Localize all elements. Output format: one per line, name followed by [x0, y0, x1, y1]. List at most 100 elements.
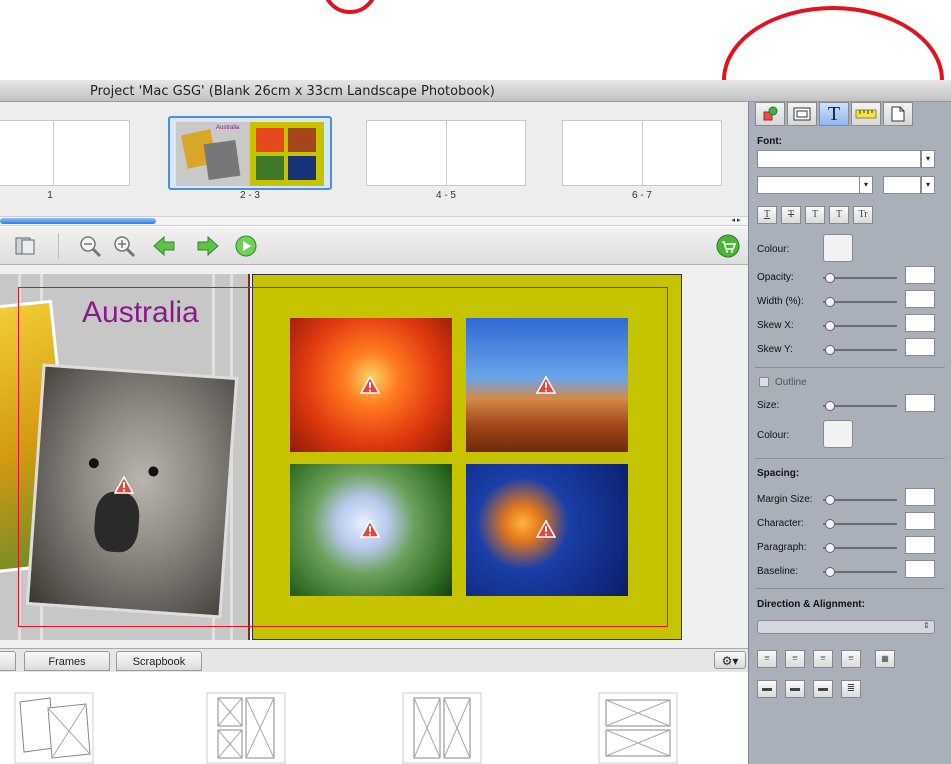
- margin-size-slider-knob[interactable]: [825, 495, 835, 505]
- window-title-bar[interactable]: Project 'Mac GSG' (Blank 26cm x 33cm Lan…: [0, 80, 951, 102]
- direction-alignment-heading: Direction & Alignment:: [757, 599, 865, 610]
- skew-x-value-field[interactable]: [905, 314, 935, 332]
- thumbnail-page-6-7[interactable]: [562, 120, 722, 186]
- align-grid-icon[interactable]: ▦: [875, 650, 895, 668]
- outline-colour-swatch[interactable]: [823, 420, 853, 448]
- skew-y-value-field[interactable]: [905, 338, 935, 356]
- character-spacing-slider-knob[interactable]: [825, 519, 835, 529]
- outline-size-value-field[interactable]: [905, 394, 935, 412]
- character-spacing-label: Character:: [757, 518, 804, 529]
- page-icon: [891, 106, 905, 122]
- baseline-slider-knob[interactable]: [825, 567, 835, 577]
- text-tab[interactable]: T: [819, 102, 849, 126]
- frame-icon: [793, 107, 811, 121]
- tab-unnamed[interactable]: [0, 651, 16, 671]
- align-center-icon[interactable]: ≡: [785, 650, 805, 668]
- baseline-value-field[interactable]: [905, 560, 935, 578]
- previous-page-arrow-icon[interactable]: [152, 234, 176, 258]
- outline-colour-label: Colour:: [757, 430, 790, 441]
- layout-frame-tilted[interactable]: [14, 692, 94, 764]
- outline-checkbox[interactable]: [759, 377, 769, 387]
- tab-frames[interactable]: Frames: [24, 651, 110, 671]
- font-style-dropdown-arrow[interactable]: ▾: [859, 176, 873, 194]
- opacity-value-field[interactable]: [905, 266, 935, 284]
- frame-tab[interactable]: [787, 102, 817, 126]
- section-divider: [755, 367, 945, 368]
- skew-y-label: Skew Y:: [757, 344, 793, 355]
- margin-size-value-field[interactable]: [905, 488, 935, 506]
- low-resolution-warning-icon[interactable]: [536, 376, 556, 394]
- vertical-align-top-icon[interactable]: ▬: [757, 680, 777, 698]
- outline-label: Outline: [775, 377, 807, 388]
- inspector-panel: T Font: ▾ ▾ ▾ T T T T Tr Colour: Opacity…: [748, 102, 951, 764]
- text-direction-dropdown-arrow[interactable]: ⇕: [923, 621, 930, 630]
- font-family-dropdown-arrow[interactable]: ▾: [921, 150, 935, 168]
- vertical-align-middle-icon[interactable]: ▬: [785, 680, 805, 698]
- section-divider: [755, 588, 945, 589]
- spacing-heading: Spacing:: [757, 468, 800, 479]
- vertical-align-fill-icon[interactable]: ≣: [841, 680, 861, 698]
- page-tab[interactable]: [883, 102, 913, 126]
- thumbnail-page-4-5[interactable]: [366, 120, 526, 186]
- annotation-circle-top: [322, 0, 378, 14]
- next-page-arrow-icon[interactable]: [196, 234, 220, 258]
- low-resolution-warning-icon[interactable]: [360, 376, 380, 394]
- main-toolbar: [0, 227, 748, 265]
- font-size-dropdown-arrow[interactable]: ▾: [921, 176, 935, 194]
- pages-icon[interactable]: [14, 234, 38, 258]
- layout-frame-two-vertical[interactable]: [402, 692, 482, 764]
- left-page-title[interactable]: Australia: [82, 296, 199, 330]
- subscript-button[interactable]: T: [829, 206, 849, 224]
- low-resolution-warning-icon[interactable]: [536, 520, 556, 538]
- outline-size-slider-knob[interactable]: [825, 401, 835, 411]
- character-spacing-value-field[interactable]: [905, 512, 935, 530]
- library-tab-bar: Frames Scrapbook: [0, 648, 748, 672]
- right-page[interactable]: [252, 274, 682, 640]
- text-direction-dropdown[interactable]: [757, 620, 935, 634]
- skew-x-slider-knob[interactable]: [825, 321, 835, 331]
- width-value-field[interactable]: [905, 290, 935, 308]
- thumbnail-page-2-3[interactable]: Australia: [168, 116, 332, 190]
- underline-style-button[interactable]: T: [757, 206, 777, 224]
- align-right-icon[interactable]: ≡: [813, 650, 833, 668]
- small-caps-button[interactable]: Tr: [853, 206, 873, 224]
- ruler-icon: [855, 109, 877, 119]
- thumbnail-page-1[interactable]: [0, 120, 130, 186]
- font-size-dropdown[interactable]: [883, 176, 921, 194]
- gear-menu-button[interactable]: ⚙▾: [714, 651, 746, 669]
- thumbnail-scroll-thumb[interactable]: [0, 218, 156, 224]
- page-thumbnail-strip: 1 Australia 2 - 3 4 - 5 6 - 7: [0, 102, 748, 220]
- outline-size-label: Size:: [757, 400, 780, 411]
- align-justify-menu-icon[interactable]: ≡: [841, 650, 861, 668]
- superscript-button[interactable]: T: [805, 206, 825, 224]
- font-heading: Font:: [757, 136, 782, 147]
- opacity-slider-knob[interactable]: [825, 273, 835, 283]
- paragraph-spacing-slider-knob[interactable]: [825, 543, 835, 553]
- fill-tab[interactable]: [755, 102, 785, 126]
- layout-frame-two-horizontal[interactable]: [598, 692, 678, 764]
- text-colour-swatch[interactable]: [823, 234, 853, 262]
- skew-y-slider-knob[interactable]: [825, 345, 835, 355]
- zoom-in-icon[interactable]: [112, 234, 136, 258]
- low-resolution-warning-icon[interactable]: [114, 476, 134, 494]
- thumbnail-label: 4 - 5: [435, 190, 456, 201]
- zoom-out-icon[interactable]: [78, 234, 102, 258]
- thumbnail-label: 2 - 3: [239, 190, 260, 201]
- shopping-cart-icon[interactable]: [716, 234, 740, 258]
- font-family-dropdown[interactable]: [757, 150, 921, 168]
- strikethrough-style-button[interactable]: T: [781, 206, 801, 224]
- play-slideshow-icon[interactable]: [234, 234, 258, 258]
- paragraph-spacing-label: Paragraph:: [757, 542, 807, 553]
- layout-frame-three[interactable]: [206, 692, 286, 764]
- low-resolution-warning-icon[interactable]: [360, 520, 380, 538]
- font-style-dropdown[interactable]: [757, 176, 873, 194]
- scroll-arrow-buttons[interactable]: ◂ ▸: [724, 217, 748, 225]
- margin-size-label: Margin Size:: [757, 494, 813, 505]
- paragraph-spacing-value-field[interactable]: [905, 536, 935, 554]
- width-label: Width (%):: [757, 296, 804, 307]
- vertical-align-bottom-icon[interactable]: ▬: [813, 680, 833, 698]
- tab-scrapbook[interactable]: Scrapbook: [116, 651, 202, 671]
- align-left-icon[interactable]: ≡: [757, 650, 777, 668]
- ruler-tab[interactable]: [851, 102, 881, 126]
- width-slider-knob[interactable]: [825, 297, 835, 307]
